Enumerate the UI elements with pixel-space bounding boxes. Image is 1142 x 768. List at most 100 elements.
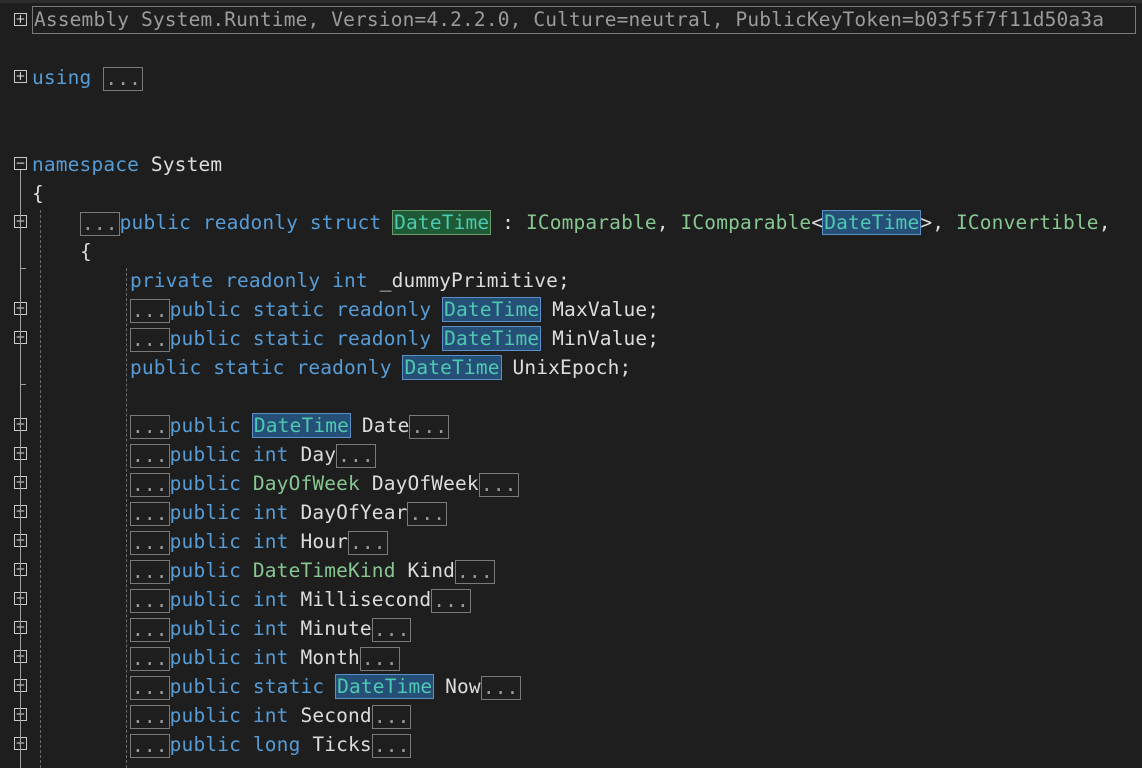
namespace-line: namespace System xyxy=(32,150,222,179)
outline-tick xyxy=(20,384,26,385)
collapsed-attributes[interactable]: ... xyxy=(130,414,170,439)
assembly-info: Assembly System.Runtime, Version=4.2.2.0… xyxy=(32,6,1136,34)
collapsed-attributes[interactable]: ... xyxy=(130,588,170,613)
struct-declaration: ... public readonly struct DateTime : ICo… xyxy=(80,208,1111,237)
collapsed-attributes[interactable]: ... xyxy=(130,704,170,729)
collapsed-attributes[interactable]: ... xyxy=(130,559,170,584)
collapsed-attributes[interactable]: ... xyxy=(130,298,170,323)
collapsed-body[interactable]: ... xyxy=(371,733,412,758)
property-type[interactable]: DateTimeKind xyxy=(253,559,396,582)
public-keyword: public xyxy=(119,211,192,234)
modifiers: public xyxy=(169,472,242,495)
collapsed-attributes[interactable]: ... xyxy=(130,675,170,700)
collapsed-usings[interactable]: ... xyxy=(103,66,144,91)
property-name: Minute xyxy=(300,617,372,640)
property-date: ... public DateTime Date... xyxy=(130,411,450,440)
field-name: MinValue; xyxy=(552,327,660,350)
modifiers: public xyxy=(169,733,242,756)
property-name: Ticks xyxy=(312,733,372,756)
field-type[interactable]: DateTime xyxy=(402,355,502,380)
property-hour: ... public int Hour... xyxy=(130,527,388,556)
indent-guide xyxy=(126,268,127,768)
property-name: Hour xyxy=(300,530,349,553)
collapsed-body[interactable]: ... xyxy=(371,704,412,729)
outline-tick xyxy=(20,268,26,269)
property-name: DayOfYear xyxy=(300,501,408,524)
private-keyword: private xyxy=(130,269,214,292)
collapsed-attributes[interactable]: ... xyxy=(130,501,170,526)
namespace-name: System xyxy=(150,153,223,176)
modifiers: public xyxy=(169,704,242,727)
field-type[interactable]: DateTime xyxy=(442,326,542,351)
expand-usings-icon[interactable]: + xyxy=(14,70,27,83)
using-line: using ... xyxy=(32,63,144,92)
property-name: Day xyxy=(300,443,337,466)
expand-assembly-icon[interactable]: + xyxy=(14,13,27,26)
interface-icomparable[interactable]: IComparable xyxy=(526,211,657,234)
struct-name[interactable]: DateTime xyxy=(392,210,492,235)
comma: , xyxy=(656,211,681,234)
collapsed-attributes[interactable]: ... xyxy=(130,646,170,671)
property-now: ... public static DateTime Now... xyxy=(130,672,521,701)
property-type[interactable]: DateTime xyxy=(335,674,435,699)
namespace-keyword: namespace xyxy=(32,153,140,176)
field-maxvalue: ... public static readonly DateTime MaxVa… xyxy=(130,295,659,324)
field-name: MaxValue; xyxy=(552,298,660,321)
collapsed-body[interactable]: ... xyxy=(478,472,519,497)
collapse-namespace-icon[interactable]: − xyxy=(14,157,27,170)
collapsed-attributes[interactable]: ... xyxy=(130,443,170,468)
struct-keyword: struct xyxy=(309,211,382,234)
collapsed-body[interactable]: ... xyxy=(407,501,448,526)
int-keyword: int xyxy=(332,269,368,292)
property-name: Month xyxy=(300,646,360,669)
collapsed-attributes[interactable]: ... xyxy=(130,472,170,497)
property-name: DayOfWeek xyxy=(371,472,479,495)
modifiers: public static readonly xyxy=(130,356,392,379)
collapsed-attributes[interactable]: ... xyxy=(130,327,170,352)
modifiers: public xyxy=(169,530,242,553)
editor-top-border xyxy=(0,0,1142,3)
property-name: Second xyxy=(300,704,372,727)
colon: : xyxy=(490,211,526,234)
property-name: Date xyxy=(361,414,410,437)
property-minute: ... public int Minute... xyxy=(130,614,412,643)
comma: , xyxy=(932,211,957,234)
generic-datetime[interactable]: DateTime xyxy=(822,210,922,235)
collapsed-attributes[interactable]: ... xyxy=(130,617,170,642)
modifiers: public xyxy=(169,588,242,611)
modifiers: public xyxy=(169,617,242,640)
collapsed-attributes[interactable]: ... xyxy=(130,733,170,758)
modifiers: public xyxy=(169,443,242,466)
collapsed-body[interactable]: ... xyxy=(431,588,471,613)
field-name: _dummyPrimitive; xyxy=(379,269,570,292)
property-type: int xyxy=(252,704,289,727)
property-type: int xyxy=(252,588,289,611)
indent-guide xyxy=(40,210,41,768)
property-name: Kind xyxy=(407,559,456,582)
modifiers: public static readonly xyxy=(169,298,432,321)
field-dummy-primitive: private readonly int _dummyPrimitive; xyxy=(130,266,570,295)
collapsed-body[interactable]: ... xyxy=(371,617,412,642)
field-name: UnixEpoch; xyxy=(512,356,632,379)
code-editor[interactable]: + + − + + + + + + + + + + + + + + + Asse… xyxy=(0,0,1142,768)
readonly-keyword: readonly xyxy=(225,269,321,292)
interface-iconvertible[interactable]: IConvertible xyxy=(956,211,1099,234)
field-type[interactable]: DateTime xyxy=(442,297,542,322)
collapsed-attributes[interactable]: ... xyxy=(130,530,170,555)
interface-icomparable-generic[interactable]: IComparable xyxy=(681,211,812,234)
modifiers: public xyxy=(169,414,242,437)
using-keyword: using xyxy=(32,66,92,89)
property-name: Now xyxy=(445,675,481,698)
collapsed-body[interactable]: ... xyxy=(359,646,400,671)
outline-guide xyxy=(20,170,21,768)
collapsed-body[interactable]: ... xyxy=(480,675,521,700)
collapsed-body[interactable]: ... xyxy=(409,414,450,439)
property-type[interactable]: DateTime xyxy=(251,413,352,438)
collapsed-body[interactable]: ... xyxy=(336,443,376,468)
property-type: int xyxy=(252,617,289,640)
collapsed-body[interactable]: ... xyxy=(348,530,388,555)
gt: > xyxy=(920,211,933,234)
property-type[interactable]: DayOfWeek xyxy=(253,472,360,495)
collapsed-attributes[interactable]: ... xyxy=(80,211,120,236)
collapsed-body[interactable]: ... xyxy=(455,559,495,584)
